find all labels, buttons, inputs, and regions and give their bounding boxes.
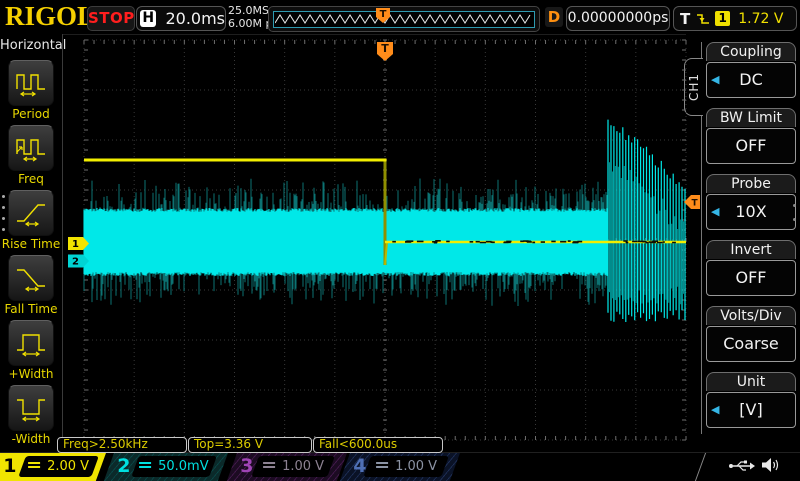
svg-text:2: 2: [72, 257, 79, 268]
menu-item-unit[interactable]: Unit ◀[V]: [706, 372, 796, 428]
status-divider: [695, 453, 706, 481]
measure-item-fall-time[interactable]: Fall Time: [0, 255, 62, 316]
waveform-display: T12T: [62, 34, 700, 452]
plus-width-icon: [14, 328, 48, 358]
menu-item-bw-limit[interactable]: BW Limit OFF: [706, 108, 796, 164]
menu-page-dot: [793, 204, 796, 207]
horizontal-label: H: [140, 10, 156, 27]
rise-time-icon: [14, 198, 48, 228]
menu-page-dot: [2, 206, 5, 209]
horizontal-measure-menu: Horizontal Period Freq Rise Time: [0, 34, 63, 452]
minus-width-icon: [14, 393, 48, 423]
menu-page-dot: [2, 217, 5, 220]
menu-page-dot: [2, 195, 5, 198]
dc-coupling-icon: [263, 462, 275, 471]
menu-item-volts-div[interactable]: Volts/Div Coarse: [706, 306, 796, 362]
run-state-indicator[interactable]: STOP: [87, 6, 135, 31]
trigger-source-badge: 1: [715, 11, 730, 26]
menu-item-invert[interactable]: Invert OFF: [706, 240, 796, 296]
svg-text:T: T: [381, 42, 389, 55]
fall-time-icon: [14, 263, 48, 293]
measurement-fall: Fall<600.0us: [313, 437, 443, 453]
top-status-bar: RIGOL STOP H 20.0ms 25.0MSa/s 6.00M pts …: [0, 0, 800, 35]
dc-coupling-icon: [28, 462, 40, 471]
selector-arrow-icon: ◀: [711, 393, 719, 427]
measure-item-freq[interactable]: Freq: [0, 125, 62, 186]
menu-page-dot: [2, 228, 5, 231]
memory-position-bar: T: [268, 6, 540, 32]
channel-2-status[interactable]: 2 50.0mV: [104, 453, 228, 481]
channel-menu: CH1 Coupling ◀DC BW Limit OFF Probe ◀10X…: [686, 34, 800, 452]
svg-text:T: T: [380, 9, 387, 20]
channel-1-status[interactable]: 1 2.00 V: [0, 453, 106, 481]
measure-item-rise-time[interactable]: Rise Time: [0, 190, 62, 251]
menu-item-coupling[interactable]: Coupling ◀DC: [706, 42, 796, 98]
period-icon: [14, 68, 48, 98]
menu-page-dot: [793, 218, 796, 221]
selector-arrow-icon: ◀: [711, 63, 719, 97]
delay-label: D: [545, 7, 563, 27]
trigger-label: T: [680, 10, 690, 28]
channel-3-status[interactable]: 3 1.00 V: [227, 453, 347, 481]
measurement-freq: Freq>2.50kHz: [57, 437, 187, 453]
falling-edge-icon: [695, 10, 711, 27]
trigger-position-icon: T: [375, 7, 391, 24]
svg-text:1: 1: [72, 239, 79, 250]
delay-value-box[interactable]: 0.00000000ps: [566, 6, 670, 31]
oscilloscope-screen: RIGOL STOP H 20.0ms 25.0MSa/s 6.00M pts …: [0, 0, 800, 480]
memory-waveform-icon: [275, 14, 531, 25]
measure-item-minus-width[interactable]: -Width: [0, 385, 62, 446]
usb-icon: [728, 458, 755, 473]
selector-arrow-icon: ◀: [711, 195, 719, 229]
channel-menu-tab: CH1: [684, 58, 703, 116]
freq-icon: [14, 133, 48, 163]
trigger-info-box[interactable]: T 1 1.72 V: [673, 6, 797, 31]
measure-item-plus-width[interactable]: +Width: [0, 320, 62, 381]
speaker-icon: [761, 457, 781, 473]
timebase-box[interactable]: H 20.0ms: [136, 6, 226, 31]
measure-item-period[interactable]: Period: [0, 60, 62, 121]
rigol-logo: RIGOL: [5, 1, 95, 32]
dc-coupling-icon: [376, 462, 388, 471]
channel-4-status[interactable]: 4 1.00 V: [340, 453, 460, 481]
channel-status-bar: 1 2.00 V 2 50.0mV 3 1.00 V 4 1.00 V: [0, 452, 800, 481]
menu-item-probe[interactable]: Probe ◀10X: [706, 174, 796, 230]
measurement-top: Top=3.36 V: [188, 437, 312, 453]
left-menu-title: Horizontal: [0, 38, 62, 53]
trigger-level-value: 1.72 V: [738, 11, 783, 27]
timebase-value: 20.0ms: [165, 9, 225, 28]
dc-coupling-icon: [139, 462, 151, 471]
